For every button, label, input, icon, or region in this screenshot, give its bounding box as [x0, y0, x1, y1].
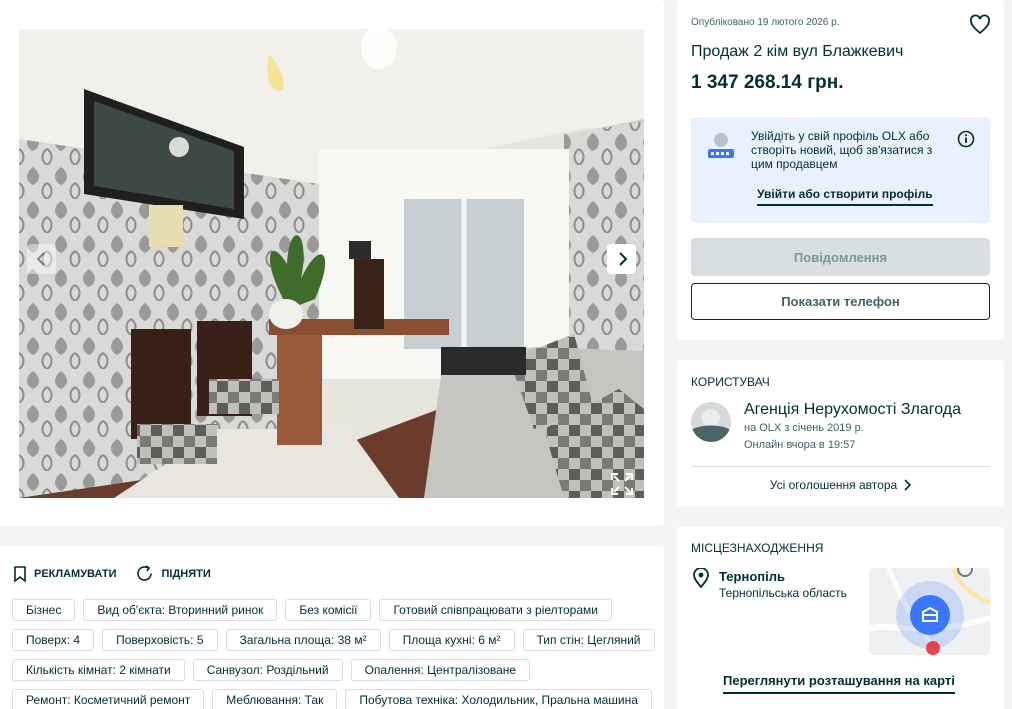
seller-last-online: Онлайн вчора в 19:57	[744, 439, 856, 451]
photo-gallery	[0, 0, 664, 526]
favorite-button[interactable]	[969, 14, 991, 36]
tag-object-type: Вид об'єкта: Вторинний ринок	[83, 599, 278, 621]
seller-section-label: Користувач	[691, 375, 770, 389]
location-pin-icon	[693, 568, 709, 588]
tag-furniture: Меблювання: Так	[212, 689, 338, 709]
login-or-register-link[interactable]: Увійти або створити профіль	[757, 187, 933, 206]
promote-button[interactable]: РЕКЛАМУВАТИ	[14, 565, 117, 582]
message-button[interactable]: Повідомлення	[691, 238, 990, 276]
raise-button[interactable]: ПІДНЯТИ	[136, 565, 211, 582]
location-card: Місцезнаходження Тернопіль Тернопільська…	[677, 527, 1004, 709]
view-on-map-link[interactable]: Переглянути розташування на карті	[723, 673, 955, 694]
tag-no-commission: Без комісії	[285, 599, 372, 621]
published-date: Опубліковано 19 лютого 2026 р.	[691, 17, 840, 28]
location-section-label: Місцезнаходження	[691, 541, 824, 555]
ad-actions: РЕКЛАМУВАТИ ПІДНЯТИ	[14, 565, 211, 582]
seller-card: Користувач Агенція Нерухомості Злагода н…	[677, 360, 1004, 507]
tag-row: Бізнес Вид об'єкта: Вторинний ринок Без …	[12, 599, 652, 621]
agency-logo-icon	[691, 402, 731, 442]
tag-wall-type: Тип стін: Цегляний	[522, 629, 655, 651]
divider	[691, 466, 990, 467]
tag-total-area: Загальна площа: 38 м²	[225, 629, 381, 651]
location-region: Тернопільська область	[719, 586, 847, 600]
next-photo-button[interactable]	[607, 244, 636, 274]
all-seller-ads-link[interactable]: Усі оголошення автора	[677, 478, 1004, 492]
parameters-tags: Бізнес Вид об'єкта: Вторинний ринок Без …	[12, 599, 655, 709]
seller-member-since: на OLX з січень 2019 р.	[744, 422, 864, 434]
listing-photo[interactable]	[19, 29, 644, 498]
tag-floor: Поверх: 4	[12, 629, 95, 651]
location-city: Тернопіль	[719, 569, 785, 584]
room-photo-illustration	[19, 29, 644, 498]
tag-row: Кількість кімнат: 2 кімнати Санвузол: Ро…	[12, 659, 652, 681]
promote-label: РЕКЛАМУВАТИ	[34, 567, 117, 580]
seller-name[interactable]: Агенція Нерухомості Злагода	[744, 401, 961, 419]
previous-photo-button[interactable]	[27, 244, 56, 274]
avatar[interactable]	[691, 402, 731, 442]
fullscreen-button[interactable]	[607, 469, 636, 498]
chevron-right-icon	[904, 479, 912, 491]
raise-label: ПІДНЯТИ	[161, 567, 211, 580]
tag-row: Ремонт: Косметичний ремонт Меблювання: Т…	[12, 689, 652, 709]
fullscreen-icon	[610, 472, 633, 495]
map-preview[interactable]	[869, 568, 990, 655]
tag-heating: Опалення: Централізоване	[350, 659, 531, 681]
info-icon[interactable]	[957, 130, 975, 148]
tag-rooms: Кількість кімнат: 2 кімнати	[12, 659, 185, 681]
map-preview-image	[869, 568, 990, 655]
refresh-icon	[137, 565, 153, 581]
all-ads-label: Усі оголошення автора	[769, 478, 898, 492]
bookmark-icon	[14, 565, 26, 582]
tag-realtors: Готовий співпрацювати з ріелторами	[379, 599, 612, 621]
ad-title: Продаж 2 кім вул Блажкевич	[691, 43, 904, 60]
ad-summary-card: Опубліковано 19 лютого 2026 р. Продаж 2 …	[677, 0, 1004, 340]
ad-price: 1 347 268.14 грн.	[691, 72, 844, 93]
tag-renovation: Ремонт: Косметичний ремонт	[12, 689, 205, 709]
tag-bathroom: Санвузол: Роздільний	[192, 659, 343, 681]
heart-icon	[970, 14, 990, 35]
chevron-right-icon	[618, 252, 627, 266]
chevron-left-icon	[36, 252, 45, 266]
tag-kitchen-area: Площа кухні: 6 м²	[388, 629, 515, 651]
login-prompt-box: Увійдіть у свій профіль OLX або створіть…	[691, 117, 990, 223]
tag-appliances: Побутова техніка: Холодильник, Пральна м…	[345, 689, 652, 709]
show-phone-button[interactable]: Показати телефон	[691, 283, 990, 320]
profile-illustration-icon	[708, 133, 734, 158]
tag-floors-total: Поверховість: 5	[102, 629, 218, 651]
tag-row: Поверх: 4 Поверховість: 5 Загальна площа…	[12, 629, 655, 651]
tag-business: Бізнес	[12, 599, 76, 621]
login-prompt-text: Увійдіть у свій профіль OLX або створіть…	[751, 129, 933, 171]
